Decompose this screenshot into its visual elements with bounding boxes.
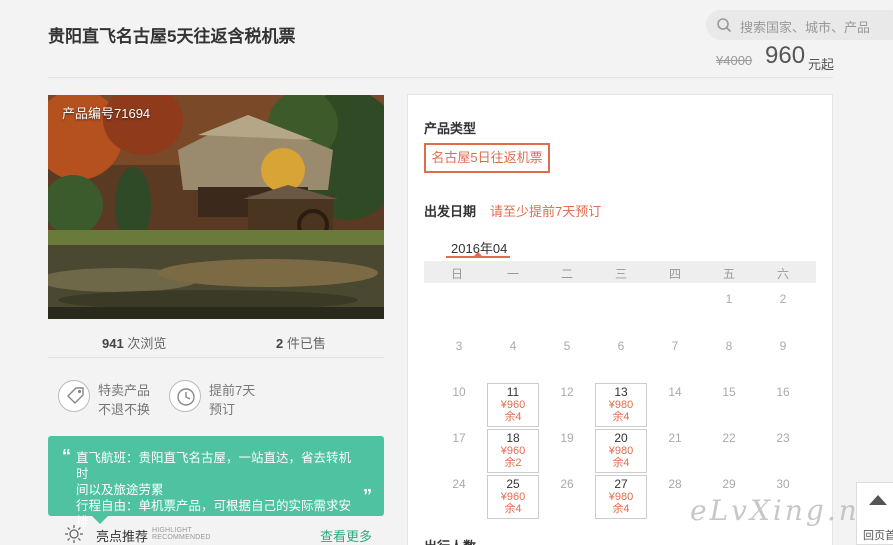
- current-price: 960: [765, 42, 806, 69]
- calendar-day-available[interactable]: 11 ¥960 余4: [487, 383, 539, 427]
- calendar-day: 12: [560, 385, 574, 399]
- calendar-day-available[interactable]: 20 ¥980 余4: [595, 429, 647, 473]
- views-stat: 941 次浏览: [102, 333, 166, 352]
- clock-icon: [169, 380, 201, 412]
- product-photo: [48, 95, 384, 319]
- day-number: 25: [506, 477, 520, 491]
- calendar-day: 17: [452, 431, 466, 445]
- sold-label: 件已售: [286, 336, 326, 351]
- travelers-label: 出行人数: [424, 536, 476, 545]
- day-remaining: 余4: [612, 503, 630, 515]
- highlight-line: 直飞航班：贵阳直飞名古屋，一站直达，省去转机时: [76, 451, 352, 481]
- day-price: ¥980: [608, 491, 634, 503]
- weekday-label: 四: [668, 267, 681, 281]
- feature-line2: 预订: [209, 402, 236, 417]
- calendar-day: 2: [779, 292, 787, 306]
- day-number: 27: [614, 477, 628, 491]
- feature-line1: 提前7天: [209, 383, 256, 398]
- day-remaining: 余4: [504, 411, 522, 423]
- feature-line1: 特卖产品: [98, 383, 151, 398]
- recommend-en-line: RECOMMENDED: [152, 534, 211, 541]
- original-price: ¥4000: [716, 53, 753, 68]
- product-code: 产品编号71694: [62, 106, 151, 121]
- calendar-day: 10: [452, 385, 466, 399]
- day-number: 18: [506, 431, 520, 445]
- calendar-day: 6: [617, 339, 625, 353]
- day-price: ¥960: [500, 491, 526, 503]
- day-number: 13: [614, 385, 628, 399]
- view-more-link[interactable]: 查看更多: [320, 526, 372, 545]
- weekday-label: 五: [722, 267, 735, 281]
- arrow-up-icon: [869, 495, 887, 505]
- calendar-day: 9: [779, 339, 787, 353]
- product-type-option[interactable]: 名古屋5日往返机票: [424, 143, 550, 173]
- day-price: ¥960: [500, 445, 526, 457]
- day-price: ¥980: [608, 445, 634, 457]
- back-to-top-button[interactable]: 回页首: [856, 482, 893, 545]
- calendar-day: 1: [725, 292, 733, 306]
- day-price: ¥980: [608, 399, 634, 411]
- header-divider: [48, 77, 833, 78]
- price-unit: 元起: [808, 57, 835, 72]
- recommend-title: 亮点推荐: [96, 529, 149, 544]
- calendar-day: 21: [668, 431, 682, 445]
- calendar-day: 15: [722, 385, 736, 399]
- weekday-label: 二: [560, 267, 573, 281]
- page-title: 贵阳直飞名古屋5天往返含税机票: [48, 27, 296, 46]
- departure-date-label: 出发日期: [424, 204, 477, 219]
- search-icon: [717, 18, 732, 33]
- weekday-label: 六: [776, 267, 789, 281]
- calendar-day: 26: [560, 477, 574, 491]
- calendar-day: 4: [509, 339, 517, 353]
- month-underline: [446, 256, 510, 258]
- advance-booking-note: 请至少提前7天预订: [490, 204, 602, 219]
- calendar-day: 24: [452, 477, 466, 491]
- calendar-day: 29: [722, 477, 736, 491]
- calendar-day: 16: [776, 385, 790, 399]
- day-number: 20: [614, 431, 628, 445]
- feature-line2: 不退不换: [98, 402, 151, 417]
- highlight-box: “ 直飞航班：贵阳直飞名古屋，一站直达，省去转机时 间以及旅途劳累 行程自由：单…: [48, 436, 384, 529]
- calendar-day: 28: [668, 477, 682, 491]
- recommend-en-line: HIGHLIGHT: [152, 527, 192, 534]
- weekday-label: 三: [614, 267, 627, 281]
- calendar-day-available[interactable]: 27 ¥980 余4: [595, 475, 647, 519]
- calendar-day-available[interactable]: 25 ¥960 余4: [487, 475, 539, 519]
- day-remaining: 余4: [612, 457, 630, 469]
- highlight-line: 间以及旅途劳累: [76, 483, 164, 497]
- day-number: 11: [506, 385, 520, 399]
- calendar-day: 8: [725, 339, 733, 353]
- calendar-day-available[interactable]: 18 ¥960 余2: [487, 429, 539, 473]
- recommend-subtitle: HIGHLIGHT RECOMMENDED: [152, 527, 211, 541]
- speech-tail: [92, 516, 108, 524]
- weekday-label: 日: [450, 267, 463, 281]
- day-price: ¥960: [500, 399, 526, 411]
- calendar-day-available[interactable]: 13 ¥980 余4: [595, 383, 647, 427]
- product-type-label: 产品类型: [424, 121, 477, 136]
- calendar-day: 30: [776, 477, 790, 491]
- day-remaining: 余4: [504, 503, 522, 515]
- day-remaining: 余2: [504, 457, 522, 469]
- calendar-day: 14: [668, 385, 682, 399]
- calendar-day: 3: [455, 339, 463, 353]
- calendar-day: 22: [722, 431, 736, 445]
- tag-icon: [58, 380, 90, 412]
- product-stats: 941 次浏览 2 件已售: [48, 322, 384, 358]
- close-quote-icon: ”: [363, 486, 372, 506]
- open-quote-icon: “: [62, 446, 71, 466]
- calendar-day: 23: [776, 431, 790, 445]
- search-placeholder: 搜索国家、城市、产品: [740, 20, 871, 35]
- sold-count: 2: [276, 336, 284, 351]
- sold-stat: 2 件已售: [276, 333, 326, 352]
- views-count: 941: [102, 336, 124, 351]
- calendar-day: 19: [560, 431, 574, 445]
- views-label: 次浏览: [127, 336, 167, 351]
- search-input[interactable]: 搜索国家、城市、产品: [706, 10, 893, 40]
- sun-icon: [65, 525, 83, 543]
- day-remaining: 余4: [612, 411, 630, 423]
- calendar-day: 7: [671, 339, 679, 353]
- calendar-day: 5: [563, 339, 571, 353]
- weekday-label: 一: [506, 267, 519, 281]
- back-to-top-label: 回页首: [863, 530, 893, 542]
